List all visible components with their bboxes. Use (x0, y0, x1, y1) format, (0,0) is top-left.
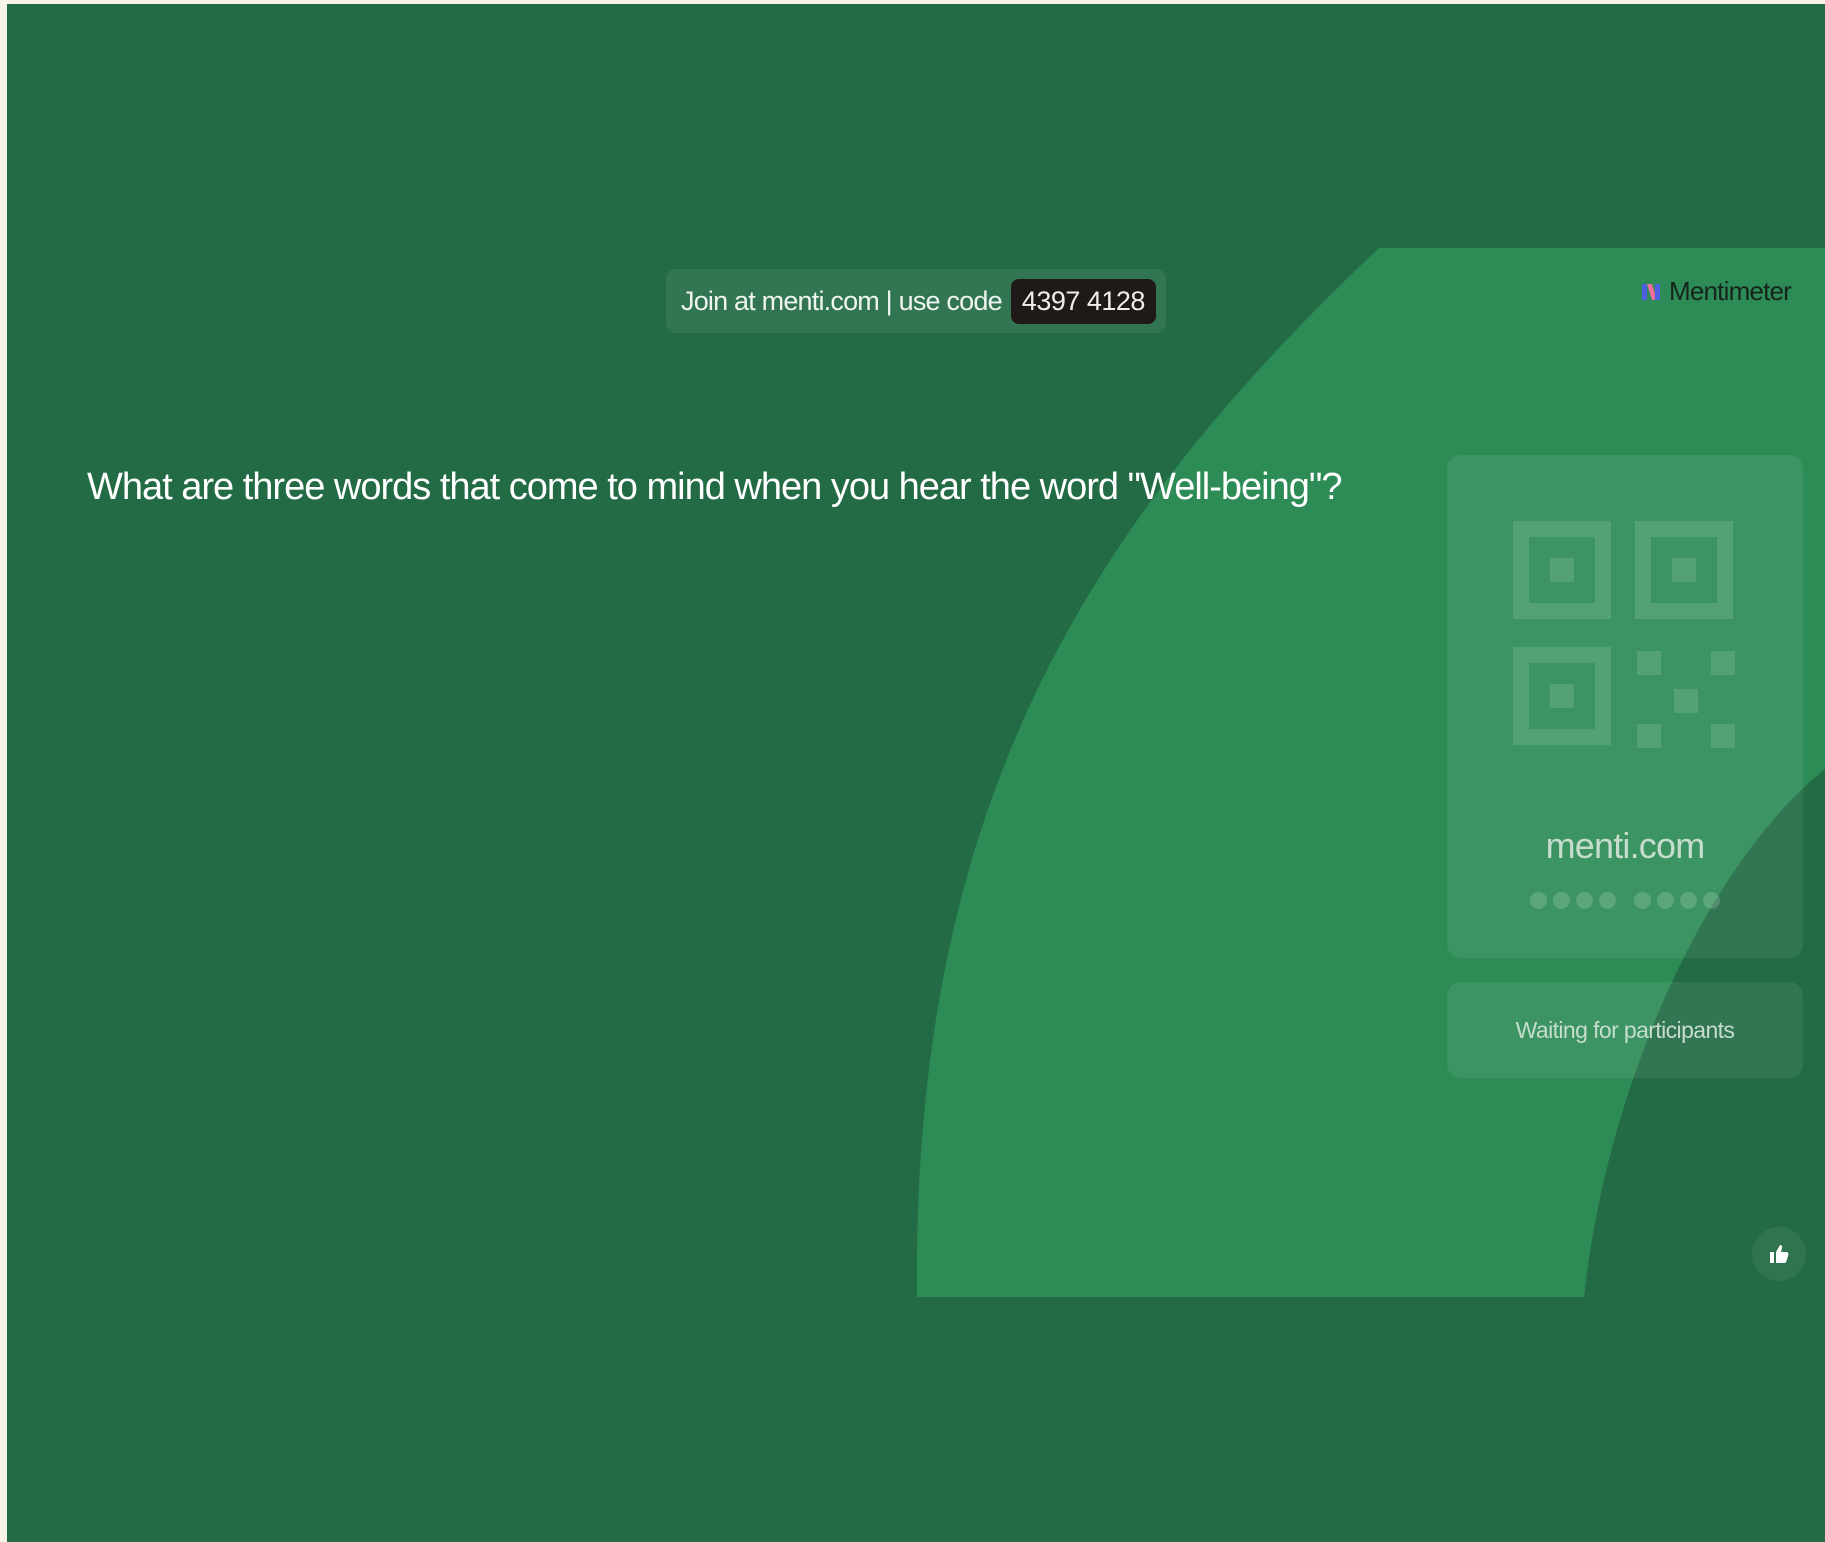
hidden-code-dots (1447, 892, 1803, 909)
slide-question: What are three words that come to mind w… (87, 466, 1342, 508)
code-dot (1657, 892, 1674, 909)
mentimeter-logo-icon (1642, 283, 1660, 300)
join-code-badge: 4397 4128 (1010, 278, 1156, 324)
brand: Mentimeter (1641, 276, 1792, 307)
code-dot-spacer (1622, 892, 1628, 909)
code-dot (1553, 892, 1570, 909)
code-dot (1576, 892, 1593, 909)
join-instructions-text: Join at menti.com | use code (681, 285, 1003, 316)
qr-url-label: menti.com (1545, 825, 1706, 866)
qr-code-icon (1513, 521, 1735, 748)
code-dot (1530, 892, 1547, 909)
join-instructions: Join at menti.com | use code 4397 4128 (666, 269, 1166, 333)
code-dot (1634, 892, 1651, 909)
presentation-slide: Join at menti.com | use code 4397 4128 M… (7, 4, 1825, 1542)
code-dot (1599, 892, 1616, 909)
code-dot (1703, 892, 1720, 909)
code-dot (1680, 892, 1697, 909)
qr-join-card: menti.com (1447, 455, 1803, 958)
participant-status: Waiting for participants (1447, 982, 1803, 1078)
reaction-button[interactable] (1752, 1227, 1806, 1281)
brand-name: Mentimeter (1669, 276, 1792, 306)
thumbs-up-icon (1770, 1245, 1789, 1263)
